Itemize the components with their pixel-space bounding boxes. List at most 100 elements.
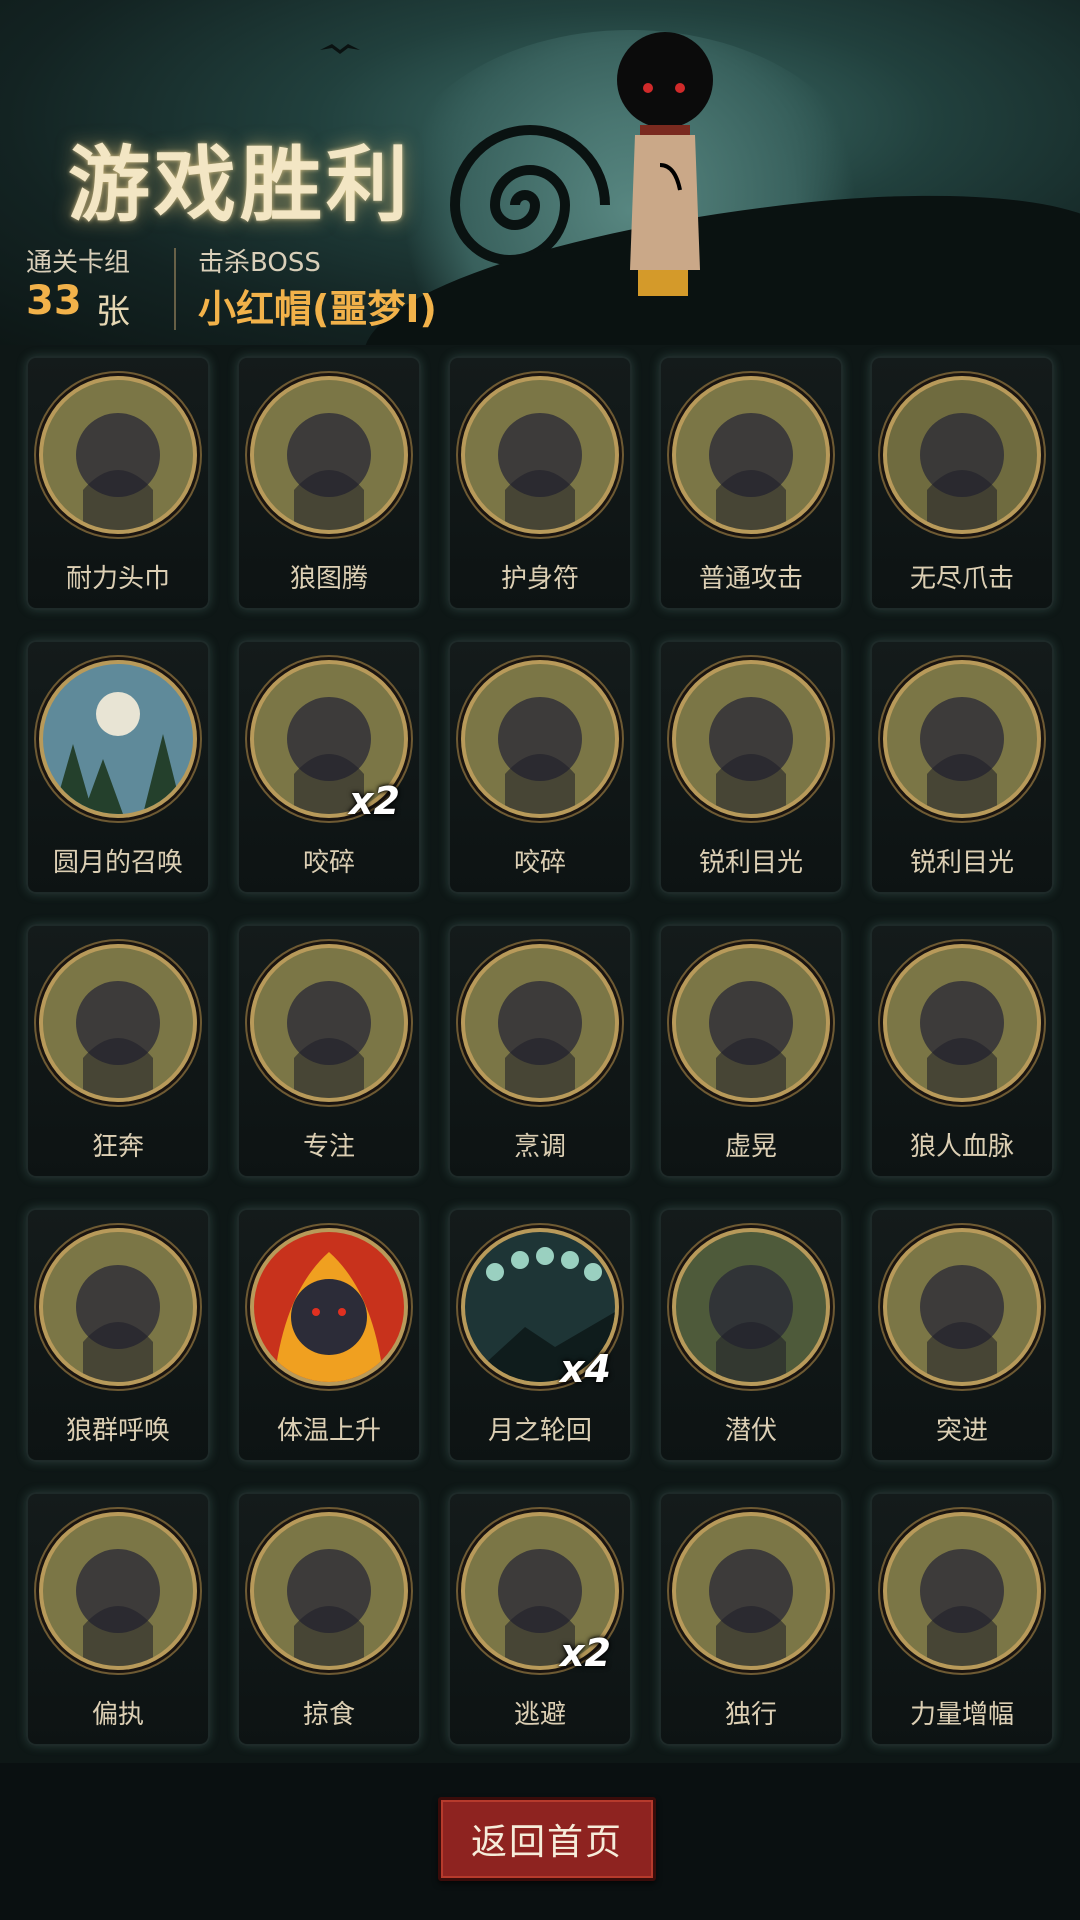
card-name: 烹调 (513, 1132, 566, 1162)
ability-card[interactable]: 体温上升 (237, 1208, 421, 1462)
werewolf-face-icon (887, 664, 1037, 814)
ability-card[interactable]: 专注 (237, 924, 421, 1178)
ability-card[interactable]: 掠食 (237, 1492, 421, 1746)
boss-label: 击杀BOSS (198, 248, 321, 278)
card-frame (250, 944, 408, 1102)
card-frame (39, 660, 197, 818)
card-grid: 耐力头巾 狼图腾 护身符 普通攻击 无尽爪击圆月的召唤 咬碎 x2 咬碎 锐利目光 锐利目光狂奔 专… (26, 356, 1054, 1746)
stat-divider (174, 248, 176, 330)
wolf-totem-icon (254, 380, 404, 530)
lurking-wolf-icon (676, 1232, 826, 1382)
card-name: 锐利目光 (698, 848, 803, 878)
running-wolf-icon (43, 948, 193, 1098)
axe-slash-icon (676, 380, 826, 530)
ability-card[interactable]: 普通攻击 (659, 356, 843, 610)
ability-card[interactable]: 无尽爪击 (870, 356, 1054, 610)
card-name: 狼群呼唤 (65, 1416, 170, 1446)
card-name: 潜伏 (724, 1416, 777, 1446)
victory-header: 游戏胜利 通关卡组 33 张 击杀BOSS 小红帽(噩梦I) (0, 0, 1080, 345)
ability-card[interactable]: 护身符 (448, 356, 632, 610)
ability-card[interactable]: 突进 (870, 1208, 1054, 1462)
card-frame (39, 376, 197, 534)
card-frame (672, 376, 830, 534)
card-name: 狼图腾 (289, 564, 368, 594)
bat-icon (320, 44, 360, 54)
ability-card[interactable]: 圆月的召唤 (26, 640, 210, 894)
card-name: 护身符 (500, 564, 579, 594)
predator-icon (254, 1516, 404, 1666)
card-name: 偏执 (91, 1700, 144, 1730)
ability-card[interactable]: 偏执 (26, 1492, 210, 1746)
card-name: 月之轮回 (487, 1416, 592, 1446)
log-lift-icon (887, 1516, 1037, 1666)
back-to-home-button[interactable]: 返回首页 (438, 1797, 656, 1881)
card-frame (461, 376, 619, 534)
card-frame (883, 1512, 1041, 1670)
ability-card[interactable]: 狼图腾 (237, 356, 421, 610)
card-name: 专注 (302, 1132, 355, 1162)
cleared-deck-unit: 张 (96, 292, 130, 332)
card-count-badge: x2 (560, 1631, 611, 1675)
card-name: 掠食 (302, 1700, 355, 1730)
card-frame (883, 376, 1041, 534)
card-count-badge: x2 (349, 779, 400, 823)
ability-card[interactable]: 锐利目光 (870, 640, 1054, 894)
card-frame (39, 944, 197, 1102)
card-frame (672, 1228, 830, 1386)
card-name: 锐利目光 (909, 848, 1014, 878)
ability-card[interactable]: 烹调 (448, 924, 632, 1178)
ability-card[interactable]: 独行 (659, 1492, 843, 1746)
ability-card[interactable]: 潜伏 (659, 1208, 843, 1462)
bite-icon (465, 664, 615, 814)
ability-card[interactable]: 锐利目光 (659, 640, 843, 894)
card-name: 狼人血脉 (909, 1132, 1014, 1162)
wolf-bear-icon (43, 1516, 193, 1666)
amulet-shield-icon (465, 380, 615, 530)
ability-card[interactable]: 狼人血脉 (870, 924, 1054, 1178)
werewolf-face-icon (676, 664, 826, 814)
card-name: 体温上升 (276, 1416, 381, 1446)
werewolf-hand-icon (887, 948, 1037, 1098)
card-frame (672, 944, 830, 1102)
ability-card[interactable]: 咬碎 x2 (237, 640, 421, 894)
card-count-badge: x4 (560, 1347, 611, 1391)
card-frame (250, 376, 408, 534)
card-name: 普通攻击 (698, 564, 803, 594)
claw-icon (887, 380, 1037, 530)
ability-card[interactable]: 耐力头巾 (26, 356, 210, 610)
card-frame (461, 944, 619, 1102)
ability-card[interactable]: 逃避 x2 (448, 1492, 632, 1746)
card-name: 逃避 (513, 1700, 566, 1730)
card-name: 虚晃 (724, 1132, 777, 1162)
card-frame (883, 944, 1041, 1102)
ability-card[interactable]: 狂奔 (26, 924, 210, 1178)
card-frame (250, 1512, 408, 1670)
ability-card[interactable]: 月之轮回 x4 (448, 1208, 632, 1462)
wizard-icon (254, 948, 404, 1098)
ability-card[interactable]: 狼群呼唤 (26, 1208, 210, 1462)
card-name: 独行 (724, 1700, 777, 1730)
card-frame (461, 660, 619, 818)
ability-card[interactable]: 虚晃 (659, 924, 843, 1178)
card-name: 突进 (935, 1416, 988, 1446)
card-name: 狂奔 (91, 1132, 144, 1162)
card-name: 咬碎 (513, 848, 566, 878)
full-moon-icon (43, 664, 193, 814)
ability-card[interactable]: 力量增幅 (870, 1492, 1054, 1746)
boy-character-icon (617, 32, 713, 296)
card-name: 耐力头巾 (65, 564, 170, 594)
boxer-icon (676, 948, 826, 1098)
card-frame (250, 1228, 408, 1386)
boss-name: 小红帽(噩梦I) (198, 287, 437, 331)
card-frame (39, 1512, 197, 1670)
card-name: 力量增幅 (909, 1700, 1014, 1730)
ability-card[interactable]: 咬碎 (448, 640, 632, 894)
cleared-deck-count: 33 (26, 278, 82, 324)
card-frame (883, 1228, 1041, 1386)
card-name: 无尽爪击 (909, 564, 1014, 594)
lone-hero-icon (676, 1516, 826, 1666)
bandana-icon (43, 380, 193, 530)
charging-wolf-icon (887, 1232, 1037, 1382)
card-name: 圆月的召唤 (52, 848, 183, 878)
card-frame (883, 660, 1041, 818)
